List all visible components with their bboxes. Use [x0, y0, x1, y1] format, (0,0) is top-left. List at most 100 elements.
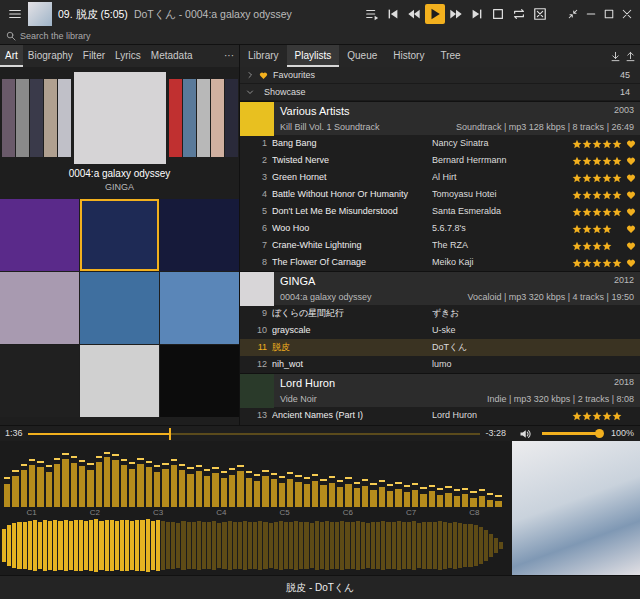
mini-icon[interactable]	[567, 8, 579, 20]
right-tab[interactable]: Playlists	[287, 45, 340, 67]
left-tab[interactable]: Metadata	[146, 45, 198, 67]
coverflow-cover[interactable]	[16, 79, 29, 157]
star-icon[interactable]	[602, 173, 612, 183]
star-icon[interactable]	[602, 156, 612, 166]
love-button[interactable]	[622, 343, 640, 353]
love-button[interactable]	[622, 258, 640, 268]
star-icon[interactable]	[572, 241, 582, 251]
star-icon[interactable]	[582, 224, 592, 234]
forward-button[interactable]	[446, 4, 466, 24]
coverflow-cover[interactable]	[30, 79, 43, 157]
album-tile[interactable]	[0, 272, 79, 344]
playlist-icon[interactable]	[365, 7, 379, 21]
track-row[interactable]: 8The Flower Of CarnageMeiko Kaji	[240, 254, 640, 271]
track-row[interactable]: 11脱皮DoTくん	[240, 339, 640, 356]
track-row[interactable]: 3Green HornetAl Hirt	[240, 169, 640, 186]
heart-icon[interactable]	[626, 139, 636, 149]
star-icon[interactable]	[612, 411, 622, 421]
playlist-row[interactable]: Favourites45	[240, 67, 640, 84]
coverflow[interactable]	[0, 67, 239, 165]
playlist-name[interactable]: Showcase	[264, 87, 306, 98]
star-icon[interactable]	[592, 190, 602, 200]
star-icon[interactable]	[572, 258, 582, 268]
more-tabs-button[interactable]: ···	[219, 45, 239, 67]
coverflow-cover[interactable]	[58, 79, 71, 157]
star-icon[interactable]	[592, 173, 602, 183]
star-icon[interactable]	[572, 139, 582, 149]
heart-icon[interactable]	[626, 241, 636, 251]
star-icon[interactable]	[612, 139, 622, 149]
love-button[interactable]	[622, 241, 640, 251]
star-icon[interactable]	[612, 173, 622, 183]
repeat-button[interactable]	[509, 4, 529, 24]
love-button[interactable]	[622, 411, 640, 421]
star-icon[interactable]	[602, 207, 612, 217]
waveform[interactable]	[0, 519, 506, 575]
album-tile[interactable]	[160, 199, 239, 271]
minimize-button[interactable]	[582, 4, 600, 24]
album-header[interactable]: Various Artists2003Kill Bill Vol. 1 Soun…	[240, 101, 640, 135]
track-row[interactable]: 2Twisted NerveBernard Herrmann	[240, 152, 640, 169]
playlist-button[interactable]	[362, 4, 382, 24]
heart-icon[interactable]	[626, 258, 636, 268]
right-tab[interactable]: Queue	[339, 45, 385, 67]
mini-button[interactable]	[564, 4, 582, 24]
heart-icon[interactable]	[626, 190, 636, 200]
star-icon[interactable]	[602, 139, 612, 149]
close-icon[interactable]	[621, 8, 633, 20]
album-tile[interactable]	[80, 272, 159, 344]
track-row[interactable]: 4Battle Without Honor Or HumanityTomoyas…	[240, 186, 640, 203]
rating[interactable]	[572, 258, 622, 268]
rating[interactable]	[572, 207, 622, 217]
star-icon[interactable]	[582, 139, 592, 149]
coverflow-cover[interactable]	[211, 79, 224, 157]
rewind-button[interactable]	[404, 4, 424, 24]
play-button[interactable]	[425, 4, 445, 24]
download-icon[interactable]	[610, 51, 621, 62]
star-icon[interactable]	[572, 411, 582, 421]
star-icon[interactable]	[582, 207, 592, 217]
star-icon[interactable]	[592, 139, 602, 149]
chevron-icon[interactable]	[246, 88, 254, 96]
menu-icon[interactable]	[8, 7, 22, 21]
right-tab[interactable]: History	[385, 45, 432, 67]
star-icon[interactable]	[592, 241, 602, 251]
star-icon[interactable]	[592, 224, 602, 234]
left-tab[interactable]: Filter	[78, 45, 110, 67]
stop-button[interactable]	[488, 4, 508, 24]
close-button[interactable]	[618, 4, 636, 24]
right-tab[interactable]: Tree	[432, 45, 468, 67]
shuffle-icon[interactable]	[533, 7, 547, 21]
star-icon[interactable]	[612, 156, 622, 166]
track-row[interactable]: 6Woo Hoo5.6.7.8's	[240, 220, 640, 237]
rating[interactable]	[572, 190, 622, 200]
star-icon[interactable]	[572, 190, 582, 200]
love-button[interactable]	[622, 190, 640, 200]
star-icon[interactable]	[582, 173, 592, 183]
rating[interactable]	[572, 173, 622, 183]
star-icon[interactable]	[582, 241, 592, 251]
coverflow-cover[interactable]	[197, 79, 210, 157]
love-button[interactable]	[622, 207, 640, 217]
seek-handle[interactable]	[169, 428, 171, 440]
star-icon[interactable]	[582, 258, 592, 268]
star-icon[interactable]	[572, 173, 582, 183]
track-row[interactable]: 13Ancient Names (Part I)Lord Huron	[240, 407, 640, 424]
rating[interactable]	[572, 156, 622, 166]
album-tile[interactable]	[160, 272, 239, 344]
repeat-icon[interactable]	[512, 7, 526, 21]
heart-icon[interactable]	[626, 207, 636, 217]
volume-track[interactable]	[542, 432, 600, 435]
album-tile[interactable]	[160, 345, 239, 417]
album-tile[interactable]	[80, 345, 159, 417]
star-icon[interactable]	[592, 156, 602, 166]
star-icon[interactable]	[572, 156, 582, 166]
play-icon[interactable]	[428, 7, 442, 21]
chevron-icon[interactable]	[246, 71, 254, 79]
love-button[interactable]	[622, 173, 640, 183]
heart-icon[interactable]	[626, 156, 636, 166]
coverflow-cover[interactable]	[74, 72, 166, 164]
star-icon[interactable]	[582, 411, 592, 421]
forward-icon[interactable]	[449, 7, 463, 21]
star-icon[interactable]	[602, 224, 612, 234]
